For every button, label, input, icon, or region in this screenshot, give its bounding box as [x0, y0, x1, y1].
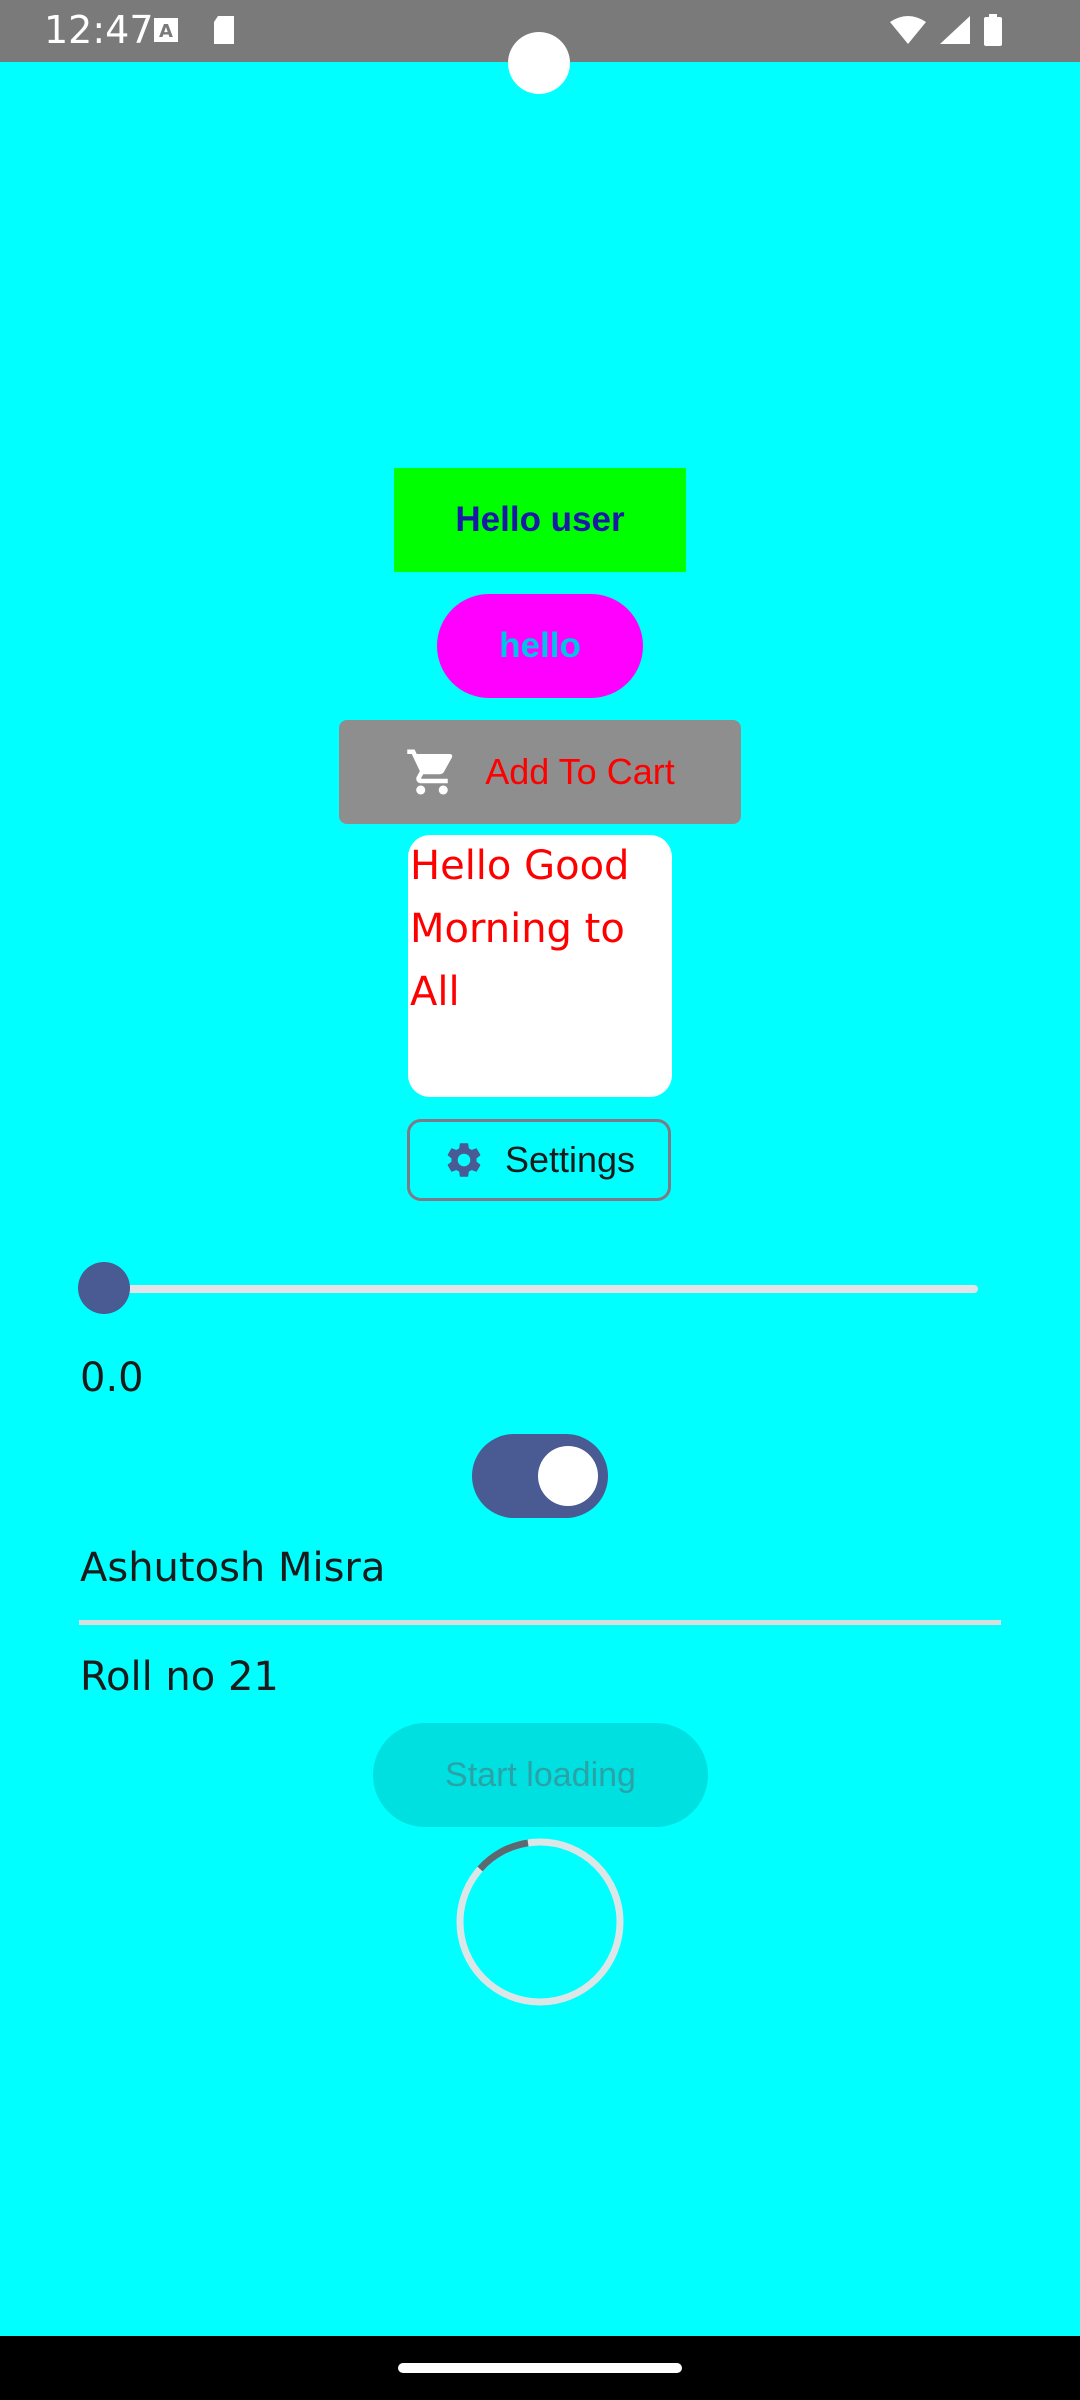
roll-number-text: Roll no 21 [80, 1654, 279, 1700]
slider-track[interactable] [104, 1285, 978, 1293]
slider-thumb[interactable] [78, 1262, 130, 1314]
start-loading-label: Start loading [445, 1755, 636, 1794]
toggle-knob[interactable] [538, 1446, 598, 1506]
navigation-bar [0, 2336, 1080, 2400]
greeting-text: Hello Good Morning to All [410, 843, 630, 1015]
value-slider[interactable] [78, 1258, 978, 1318]
sd-card-icon [214, 16, 234, 44]
loading-spinner [456, 1838, 624, 2006]
camera-cutout [508, 32, 570, 94]
cart-icon [407, 749, 453, 795]
hello-user-text: Hello user [455, 500, 625, 539]
hello-button[interactable]: hello [437, 594, 643, 698]
toggle-switch[interactable] [472, 1434, 608, 1518]
svg-text:A: A [159, 21, 173, 42]
add-to-cart-label: Add To Cart [485, 751, 675, 792]
divider [79, 1620, 1001, 1625]
gear-icon [447, 1143, 481, 1177]
home-handle[interactable] [398, 2363, 682, 2373]
signal-icon [940, 16, 970, 44]
greeting-card: Hello Good Morning to All [408, 835, 672, 1097]
hello-user-label: Hello user [394, 468, 686, 572]
wifi-icon [890, 16, 926, 44]
settings-button[interactable]: Settings [407, 1119, 671, 1201]
battery-icon [984, 14, 1002, 46]
text-notification-icon: A [154, 18, 178, 42]
settings-label: Settings [504, 1139, 636, 1180]
slider-value-text: 0.0 [80, 1355, 144, 1401]
add-to-cart-button[interactable]: Add To Cart [339, 720, 741, 824]
start-loading-button[interactable]: Start loading [373, 1723, 708, 1827]
status-time: 12:47 [44, 8, 154, 52]
name-text: Ashutosh Misra [80, 1545, 386, 1591]
hello-button-label: hello [499, 626, 581, 665]
